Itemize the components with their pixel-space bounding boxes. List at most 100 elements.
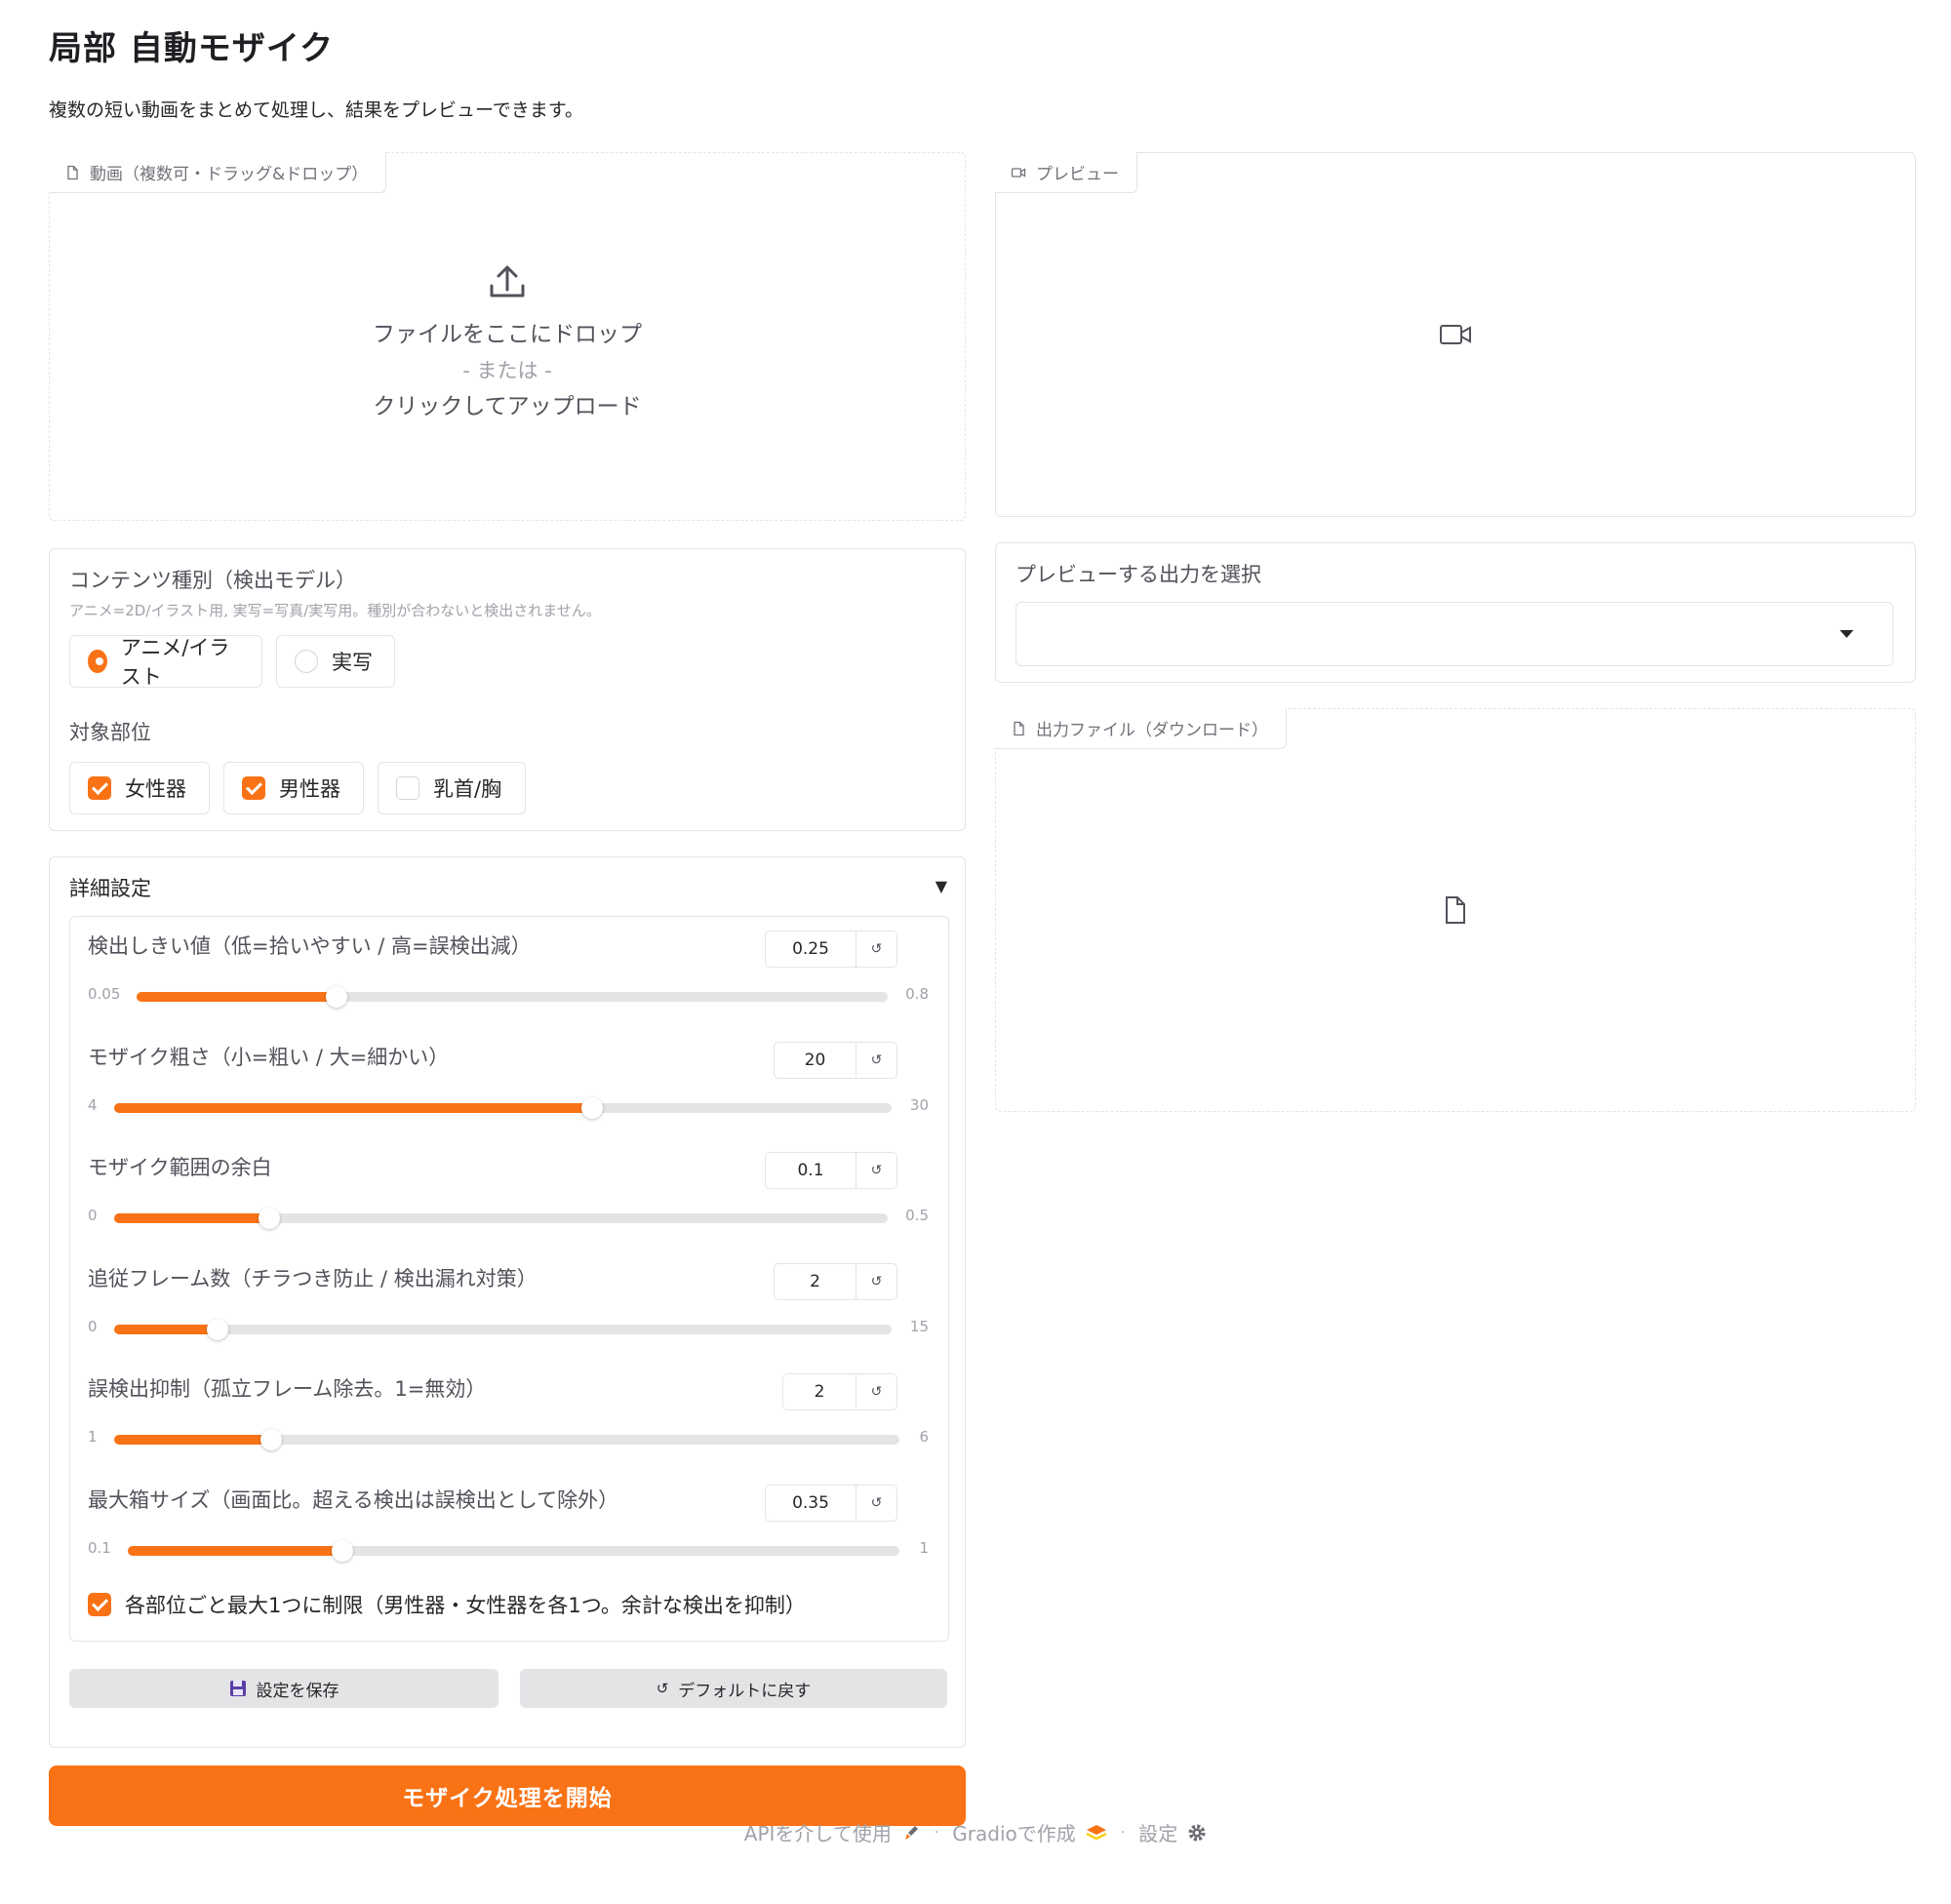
click-upload-text: クリックしてアップロード <box>373 394 642 419</box>
video-upload-label: 動画（複数可・ドラッグ&ドロップ） <box>49 152 387 193</box>
reset-value-button[interactable]: ↺ <box>856 1153 896 1188</box>
drop-text: ファイルをここにドロップ <box>373 322 642 347</box>
radio-indicator <box>295 650 318 673</box>
slider-thumb[interactable] <box>331 1539 353 1562</box>
slider-track[interactable] <box>114 1208 888 1229</box>
slider-number-input[interactable]: 2 ↺ <box>782 1373 897 1410</box>
slider-value: 2 <box>810 1271 820 1291</box>
slider-min-label: 1 <box>88 1428 98 1446</box>
slider-fill <box>137 992 338 1002</box>
slider-fill <box>128 1545 342 1556</box>
checkbox-male[interactable]: 男性器 <box>223 762 364 814</box>
radio-anime[interactable]: アニメ/イラスト <box>69 635 262 689</box>
target-parts-label: 対象部位 <box>69 721 151 744</box>
slider-max-label: 1 <box>919 1538 929 1557</box>
gradio-logo-icon <box>1086 1824 1107 1840</box>
reset-value-button[interactable]: ↺ <box>856 932 896 967</box>
slider-number-input[interactable]: 20 ↺ <box>774 1041 897 1079</box>
advanced-settings-header[interactable]: 詳細設定 ▼ <box>50 857 967 912</box>
slider-thumb[interactable] <box>581 1096 604 1119</box>
preview-select-dropdown[interactable] <box>1015 602 1893 666</box>
upload-icon <box>490 265 525 298</box>
content-type-info: アニメ=2D/イラスト用, 実写=写真/実写用。種別が合わないと検出されません。 <box>69 602 601 619</box>
slider-label: 追従フレーム数（チラつき防止 / 検出漏れ対策） <box>88 1266 538 1290</box>
slider-min-label: 0.1 <box>88 1538 111 1557</box>
radio-indicator <box>88 650 107 673</box>
video-icon <box>1011 167 1026 178</box>
slider-thumb[interactable] <box>258 1208 280 1229</box>
checkbox-nipple[interactable]: 乳首/胸 <box>378 762 526 814</box>
slider-label: 検出しきい値（低=拾いやすい / 高=誤検出減） <box>88 934 532 958</box>
slider-thumb[interactable] <box>260 1429 282 1450</box>
slider-label: 誤検出抑制（孤立フレーム除去。1=無効） <box>88 1377 487 1401</box>
slider-min-label: 0.05 <box>88 985 121 1003</box>
reset-value-button[interactable]: ↺ <box>856 1042 896 1078</box>
advanced-settings-accordion: 詳細設定 ▼ 検出しきい値（低=拾いやすい / 高=誤検出減） 0.25 ↺ 0.05… <box>49 856 966 1748</box>
slider-number-input[interactable]: 0.1 ↺ <box>765 1152 897 1189</box>
reset-icon: ↺ <box>870 1051 883 1068</box>
slider-value: 2 <box>814 1382 825 1402</box>
slider-track[interactable] <box>137 986 888 1008</box>
slider-track[interactable] <box>128 1539 899 1562</box>
checkbox-female[interactable]: 女性器 <box>69 762 210 814</box>
gradio-link[interactable]: Gradioで作成 <box>952 1818 1107 1846</box>
or-text: - または - <box>462 359 552 382</box>
slider-label: モザイク範囲の余白 <box>88 1156 272 1179</box>
slider-row: 誤検出抑制（孤立フレーム除去。1=無効） 2 ↺ 1 6 <box>70 1360 948 1469</box>
reset-icon: ↺ <box>870 1273 883 1289</box>
reset-icon: ↺ <box>870 1163 883 1178</box>
slider-track[interactable] <box>114 1318 892 1340</box>
preview-select-block: プレビューする出力を選択 <box>995 542 1916 683</box>
slider-label: 最大箱サイズ（画面比。超える検出は誤検出として除外） <box>88 1488 619 1512</box>
save-settings-button[interactable]: 設定を保存 <box>69 1669 498 1708</box>
slider-number-input[interactable]: 2 ↺ <box>774 1262 897 1300</box>
slider-min-label: 0 <box>88 1207 98 1224</box>
slider-number-input[interactable]: 0.35 ↺ <box>765 1484 897 1522</box>
video-placeholder-icon <box>1440 325 1471 344</box>
reset-value-button[interactable]: ↺ <box>856 1263 896 1299</box>
slider-thumb[interactable] <box>326 986 348 1008</box>
slider-value: 0.1 <box>797 1161 824 1180</box>
reset-icon: ↺ <box>656 1680 669 1697</box>
slider-value: 0.25 <box>792 939 829 959</box>
file-icon <box>1014 721 1024 735</box>
slider-fill <box>114 1213 269 1223</box>
slider-max-label: 0.8 <box>905 985 929 1003</box>
gear-icon <box>1188 1824 1206 1841</box>
slider-min-label: 4 <box>88 1095 98 1114</box>
slider-row: 検出しきい値（低=拾いやすい / 高=誤検出減） 0.25 ↺ 0.05 0.8 <box>70 917 948 1026</box>
upload-instructions: ファイルをここにドロップ - または - クリックしてアップロード <box>50 260 965 424</box>
api-link[interactable]: APIを介して使用 <box>744 1818 921 1846</box>
slider-row: モザイク粗さ（小=粗い / 大=細かい） 20 ↺ 4 30 <box>70 1028 948 1137</box>
reset-defaults-button[interactable]: ↺ デフォルトに戻す <box>520 1669 947 1708</box>
video-upload-dropzone[interactable]: 動画（複数可・ドラッグ&ドロップ） ファイルをここにドロップ - または - ク… <box>49 152 966 521</box>
reset-icon: ↺ <box>870 1384 883 1400</box>
preview-panel: プレビュー <box>995 152 1916 517</box>
radio-live-action[interactable]: 実写 <box>276 635 395 688</box>
slider-track[interactable] <box>114 1096 892 1119</box>
slider-thumb[interactable] <box>207 1318 229 1340</box>
slider-number-input[interactable]: 0.25 ↺ <box>765 931 897 968</box>
slider-row: 追従フレーム数（チラつき防止 / 検出漏れ対策） 2 ↺ 0 15 <box>70 1250 948 1359</box>
preview-select-label: プレビューする出力を選択 <box>1015 563 1261 586</box>
start-mosaic-button[interactable]: モザイク処理を開始 <box>49 1765 966 1826</box>
reset-value-button[interactable]: ↺ <box>856 1485 896 1521</box>
output-files-block[interactable]: 出力ファイル（ダウンロード） <box>995 708 1916 1112</box>
page-description: 複数の短い動画をまとめて処理し、結果をプレビューできます。 <box>49 99 583 121</box>
slider-fill <box>114 1435 271 1445</box>
checkbox-indicator <box>396 776 419 800</box>
output-files-label: 出力ファイル（ダウンロード） <box>995 708 1287 749</box>
slider-max-label: 6 <box>919 1428 929 1446</box>
rocket-icon <box>904 1825 918 1840</box>
reset-value-button[interactable]: ↺ <box>856 1374 896 1409</box>
slider-track[interactable] <box>114 1429 899 1450</box>
limit-one-checkbox[interactable]: 各部位ごと最大1つに制限（男性器・女性器を各1つ。余計な検出を抑制） <box>88 1590 806 1619</box>
slider-label: モザイク粗さ（小=粗い / 大=細かい） <box>88 1045 450 1069</box>
settings-link[interactable]: 設定 <box>1138 1818 1207 1846</box>
slider-max-label: 0.5 <box>905 1207 929 1224</box>
checkbox-indicator <box>88 776 111 800</box>
footer-separator: · <box>1120 1824 1126 1841</box>
limit-one-label: 各部位ごと最大1つに制限（男性器・女性器を各1つ。余計な検出を抑制） <box>125 1594 806 1617</box>
slider-min-label: 0 <box>88 1317 98 1335</box>
slider-max-label: 30 <box>909 1095 929 1114</box>
